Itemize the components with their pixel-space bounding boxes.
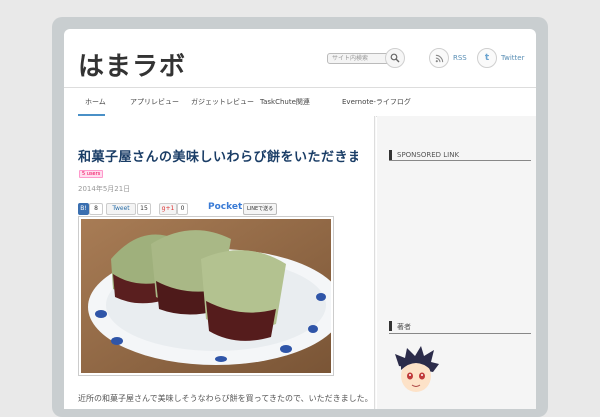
- twitter-button[interactable]: t: [477, 48, 497, 68]
- author-avatar: [395, 346, 439, 392]
- site-logo[interactable]: はまラボ: [78, 46, 186, 83]
- heading-bar: [389, 321, 392, 331]
- pocket-button[interactable]: Pocket: [208, 202, 242, 212]
- nav-item-taskchute[interactable]: TaskChute関連: [260, 97, 310, 107]
- main-nav: ホーム アプリレビュー ガジェットレビュー TaskChute関連 Everno…: [64, 87, 536, 117]
- heading-bar: [389, 150, 392, 160]
- sponsored-link-label: SPONSORED LINK: [397, 151, 460, 159]
- google-plus-button[interactable]: g+1: [159, 203, 177, 215]
- article: 和菓子屋さんの美味しいわらび餅をいただきました！やっぱりうまい！ 5 users…: [64, 116, 375, 409]
- page-container: はまラボ サイト内検索 RSS t Twitter ホーム アプリレビュー ガジ…: [64, 29, 536, 409]
- post-image: [78, 216, 344, 376]
- rss-icon: [435, 54, 443, 62]
- hatena-users-badge[interactable]: 5 users: [79, 170, 104, 178]
- search-button[interactable]: [385, 48, 405, 68]
- nav-item-home[interactable]: ホーム: [85, 97, 106, 107]
- tweet-label: Tweet: [112, 205, 130, 212]
- post-date: 2014年5月21日: [78, 185, 131, 193]
- main-content: 和菓子屋さんの美味しいわらび餅をいただきました！やっぱりうまい！ 5 users…: [64, 116, 376, 409]
- tweet-count: 15: [137, 203, 151, 215]
- nav-item-app-review[interactable]: アプリレビュー: [130, 97, 179, 107]
- post-title[interactable]: 和菓子屋さんの美味しいわらび餅をいただきました！やっぱりうまい！: [78, 146, 358, 165]
- rss-link[interactable]: RSS: [453, 54, 467, 62]
- nav-item-evernote[interactable]: Evernote-ライフログ: [342, 97, 411, 107]
- profile-heading: 著者: [389, 321, 531, 334]
- tweet-button[interactable]: Tweet: [106, 203, 136, 215]
- hatena-bookmark-button[interactable]: B!: [78, 203, 89, 215]
- google-plus-count: 0: [177, 203, 188, 215]
- hatena-count: 8: [89, 203, 103, 215]
- sponsored-link-heading: SPONSORED LINK: [389, 150, 531, 161]
- nav-item-gadget-review[interactable]: ガジェットレビュー: [191, 97, 254, 107]
- twitter-link[interactable]: Twitter: [501, 54, 524, 62]
- line-share-button[interactable]: LINEで送る: [243, 203, 278, 215]
- profile-label: 著者: [397, 323, 411, 331]
- twitter-icon: t: [484, 53, 490, 63]
- sidebar: SPONSORED LINK 著者: [377, 116, 536, 409]
- post-excerpt: 近所の和菓子屋さんで美味しそうなわらび餅を買ってきたので、いただきました。とても…: [78, 394, 368, 403]
- warabimochi-photo: [81, 219, 344, 373]
- rss-button[interactable]: [429, 48, 449, 68]
- search-icon: [390, 53, 400, 63]
